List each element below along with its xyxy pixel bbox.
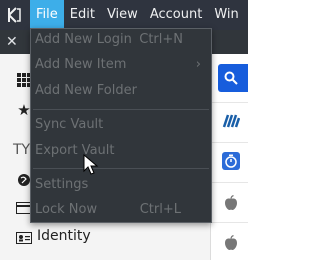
row-divider [210, 102, 248, 103]
chevron-right-icon: › [195, 57, 201, 72]
row-divider [210, 222, 248, 223]
kde-icon[interactable] [0, 0, 30, 30]
file-menu-dropdown: Add New Login Ctrl+N Add New Item › Add … [30, 28, 212, 223]
menu-item-sync-vault[interactable]: Sync Vault [31, 114, 211, 138]
row-divider [210, 142, 248, 143]
menu-edit[interactable]: Edit [64, 0, 101, 30]
menu-item-label: Add New Folder [35, 83, 137, 98]
mouse-cursor-icon [83, 154, 99, 175]
menu-item-add-new-item[interactable]: Add New Item › [31, 54, 211, 78]
menu-item-add-new-folder[interactable]: Add New Folder [31, 80, 211, 104]
close-icon[interactable]: ✕ [6, 33, 18, 51]
menu-item-label: Sync Vault [35, 117, 104, 132]
search-icon [224, 71, 238, 85]
sidebar-item-identity[interactable]: Identity [37, 228, 91, 244]
menubar: File Edit View Account Win [0, 0, 248, 30]
id-card-icon[interactable] [16, 230, 32, 246]
apple-icon [222, 234, 240, 252]
menu-item-export-vault[interactable]: Export Vault [31, 140, 211, 164]
row-divider [210, 182, 248, 183]
menu-separator [33, 168, 209, 169]
brand-logo-icon [222, 112, 240, 130]
menu-item-label: Lock Now [35, 202, 98, 217]
menu-item-shortcut: Ctrl+N [139, 32, 183, 47]
menu-item-label: Export Vault [35, 143, 115, 158]
menu-item-settings[interactable]: Settings [31, 174, 211, 198]
menu-file[interactable]: File [30, 0, 64, 30]
menu-item-label: Settings [35, 177, 89, 192]
menu-item-add-new-login[interactable]: Add New Login Ctrl+N [31, 29, 211, 53]
menu-view[interactable]: View [101, 0, 144, 30]
menu-account[interactable]: Account [144, 0, 209, 30]
menu-item-label: Add New Item [35, 57, 127, 72]
search-box[interactable] [218, 64, 248, 92]
menu-item-shortcut: Ctrl+L [139, 202, 181, 217]
timer-icon [222, 152, 240, 170]
types-heading: TY [13, 142, 31, 158]
menu-item-label: Add New Login [35, 32, 132, 47]
apple-icon [222, 194, 240, 212]
menu-separator [33, 109, 209, 110]
menu-item-lock-now[interactable]: Lock Now Ctrl+L [31, 199, 211, 223]
menu-window[interactable]: Win [208, 0, 244, 30]
